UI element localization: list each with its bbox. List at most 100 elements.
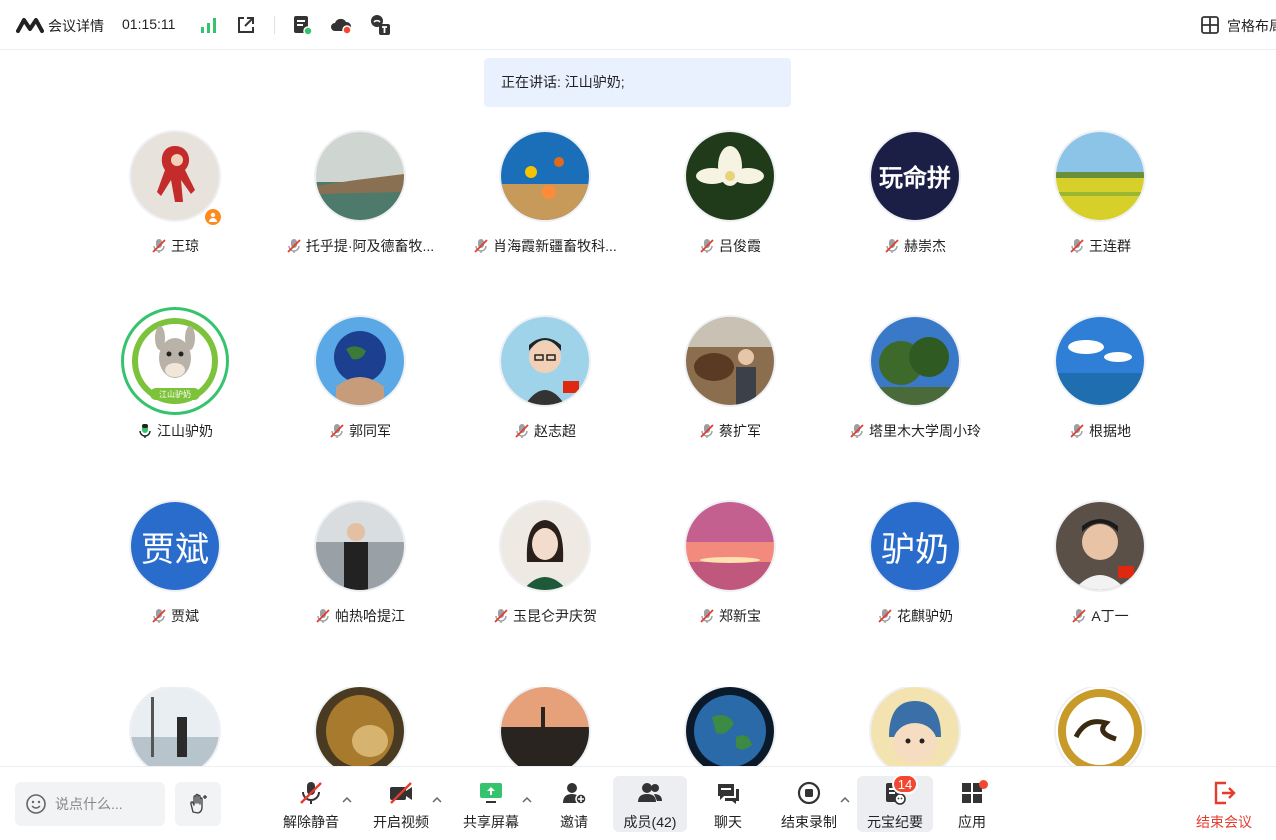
participant-name-row: 赵志超	[455, 421, 635, 441]
end-meeting-label: 结束会议	[1196, 814, 1252, 830]
chevron-up-icon[interactable]	[522, 796, 532, 804]
participant-name: 吕俊霞	[719, 238, 761, 254]
avatar	[316, 132, 404, 220]
participant-tile[interactable]: 郑新宝	[640, 502, 820, 652]
chevron-up-icon[interactable]	[840, 796, 850, 804]
participant-name: 贾斌	[171, 608, 199, 624]
participant-tile[interactable]: 郭同军	[270, 317, 450, 467]
emoji-icon[interactable]	[25, 793, 47, 815]
mic-muted-icon	[1070, 424, 1084, 438]
participant-tile[interactable]: 赵志超	[455, 317, 635, 467]
participant-name-row: 塔里木大学周小玲	[825, 421, 1005, 441]
participant-name-row: 赫崇杰	[825, 236, 1005, 256]
chevron-up-icon[interactable]	[432, 796, 442, 804]
apps-notification-dot	[979, 780, 988, 789]
avatar	[501, 687, 589, 766]
participant-name-row: 王琼	[85, 236, 265, 256]
meeting-details-link[interactable]: 会议详情	[48, 16, 104, 36]
participant-tile[interactable]: 塔里木大学周小玲	[825, 317, 1005, 467]
end-recording-button[interactable]: 结束录制	[780, 776, 838, 832]
participant-tile[interactable]: 吕俊霞	[640, 132, 820, 282]
members-icon	[638, 783, 662, 802]
participant-tile[interactable]: 肖海霞新疆畜牧科...	[455, 132, 635, 282]
popout-icon[interactable]	[236, 15, 256, 35]
notification-count-badge: 14	[892, 774, 918, 794]
participant-name: 郭同军	[349, 423, 391, 439]
mic-muted-icon	[474, 239, 488, 253]
mic-muted-icon	[1070, 239, 1084, 253]
avatar	[316, 687, 404, 766]
chevron-up-icon[interactable]	[342, 796, 352, 804]
chat-icon	[718, 784, 739, 804]
avatar-text: 贾斌	[131, 502, 219, 590]
participant-tile[interactable]: 根据地	[1010, 317, 1190, 467]
participant-tile[interactable]: 贾斌 贾斌	[85, 502, 265, 652]
participant-name: 王琼	[171, 238, 199, 254]
end-recording-label: 结束录制	[781, 814, 837, 830]
share-screen-button[interactable]: 共享屏幕	[462, 776, 520, 832]
participant-name-row: 托乎提·阿及德畜牧...	[270, 236, 450, 256]
participant-tile[interactable]	[455, 687, 635, 766]
participant-tile[interactable]: 王连群	[1010, 132, 1190, 282]
avatar	[871, 687, 959, 766]
avatar-speaking: 江山驴奶	[121, 307, 229, 415]
participant-name-row: 肖海霞新疆畜牧科...	[455, 236, 635, 256]
participant-name: 蔡扩军	[719, 423, 761, 439]
participant-tile[interactable]: 托乎提·阿及德畜牧...	[270, 132, 450, 282]
toolbar-divider	[274, 16, 275, 34]
participant-tile[interactable]	[1010, 687, 1190, 766]
participant-name-row: 根据地	[1010, 421, 1190, 441]
avatar	[131, 132, 219, 220]
unmute-button[interactable]: 解除静音	[282, 776, 340, 832]
members-button[interactable]: 成员(42)	[613, 776, 687, 832]
end-meeting-button[interactable]: 结束会议	[1192, 776, 1256, 832]
mic-muted-icon	[885, 239, 899, 253]
participant-tile[interactable]: 玉昆仑尹庆贺	[455, 502, 635, 652]
participant-name-row: 王连群	[1010, 236, 1190, 256]
meeting-timer: 01:15:11	[122, 16, 176, 32]
mic-muted-icon	[700, 609, 714, 623]
mic-muted-icon	[300, 782, 322, 804]
chat-label: 聊天	[714, 814, 742, 830]
start-video-label: 开启视频	[373, 814, 429, 830]
participant-name: 赫崇杰	[904, 238, 946, 254]
avatar	[686, 687, 774, 766]
invite-button[interactable]: 邀请	[552, 776, 596, 832]
chat-button[interactable]: 聊天	[706, 776, 750, 832]
notes-icon[interactable]	[292, 14, 314, 36]
cloud-recording-icon[interactable]	[330, 14, 352, 36]
participant-tile[interactable]	[85, 687, 265, 766]
participant-tile[interactable]	[270, 687, 450, 766]
share-screen-label: 共享屏幕	[463, 814, 519, 830]
participant-tile[interactable]: A丁一	[1010, 502, 1190, 652]
avatar-text: 驴奶	[871, 502, 959, 590]
participant-tile-speaking[interactable]: 江山驴奶 江山驴奶	[85, 307, 265, 467]
participant-name-row: 郭同军	[270, 421, 450, 441]
transcription-icon[interactable]	[370, 14, 392, 36]
svg-text:江山驴奶: 江山驴奶	[159, 389, 191, 399]
network-signal-icon[interactable]	[200, 17, 218, 33]
mic-muted-icon	[287, 239, 301, 253]
start-video-button[interactable]: 开启视频	[372, 776, 430, 832]
avatar	[686, 502, 774, 590]
participant-tile[interactable]: 玩命拼 赫崇杰	[825, 132, 1005, 282]
participant-name: 塔里木大学周小玲	[869, 423, 981, 439]
participant-tile[interactable]: 蔡扩军	[640, 317, 820, 467]
participant-tile[interactable]	[640, 687, 820, 766]
layout-switch-button[interactable]: 宫格布局	[1227, 16, 1276, 36]
chat-input[interactable]: 说点什么...	[15, 782, 165, 826]
participant-tile[interactable]: 王琼	[85, 132, 265, 282]
avatar	[131, 687, 219, 766]
host-badge-icon	[203, 207, 223, 227]
participant-name: 肖海霞新疆畜牧科...	[493, 238, 617, 254]
raise-hand-button[interactable]	[175, 782, 221, 826]
participant-name: 江山驴奶	[157, 423, 213, 439]
participant-name: 赵志超	[534, 423, 576, 439]
mic-muted-icon	[700, 424, 714, 438]
participant-tile[interactable]: 驴奶 花麒驴奶	[825, 502, 1005, 652]
participant-tile[interactable]: 帕热哈提江	[270, 502, 450, 652]
participant-tile[interactable]	[825, 687, 1005, 766]
participant-name-row: 帕热哈提江	[270, 606, 450, 626]
grid-layout-icon[interactable]	[1201, 16, 1219, 34]
avatar	[501, 502, 589, 590]
